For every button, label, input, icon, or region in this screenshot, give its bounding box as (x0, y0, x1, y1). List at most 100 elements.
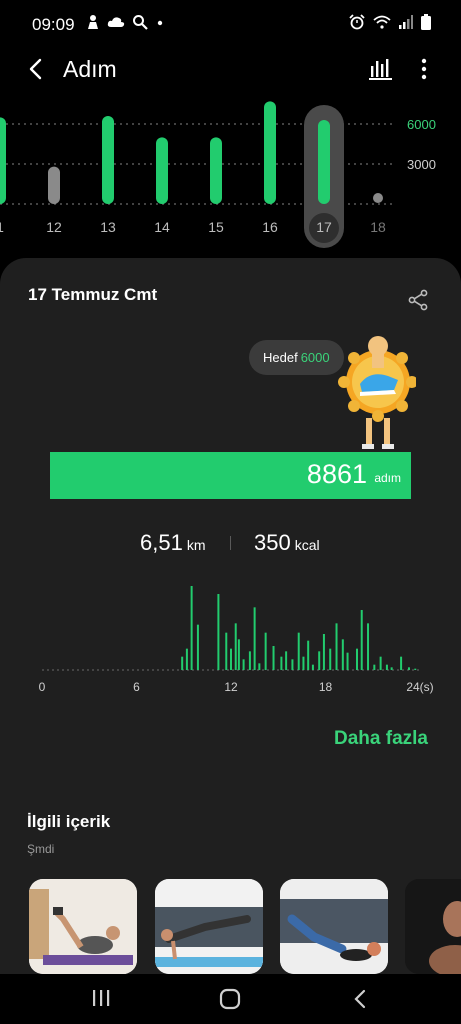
related-item-plank[interactable] (155, 879, 263, 974)
battery-icon (421, 14, 431, 30)
calories-unit: kcal (294, 537, 320, 553)
alarm-icon (349, 14, 365, 30)
hourly-bar (285, 651, 288, 670)
hourly-bar (311, 664, 314, 670)
day-bar[interactable] (0, 117, 6, 204)
day-label[interactable]: 18 (370, 219, 386, 235)
more-button[interactable]: Daha fazla (334, 728, 428, 750)
day-bar[interactable] (102, 116, 114, 204)
cloud-icon (107, 17, 125, 27)
steps-count: 8861 (306, 459, 367, 489)
hourly-bar (335, 623, 338, 670)
goal-label: Hedef (263, 350, 298, 365)
day-detail-card: 17 Temmuz Cmt Hedef 6000 8861 adım 6,51 k… (0, 258, 461, 1024)
half-goal-axis-label: 3000 (407, 157, 436, 172)
hourly-bar (297, 632, 300, 670)
hourly-bar (190, 586, 193, 670)
hourly-bar (272, 646, 275, 670)
back-arrow-icon[interactable] (22, 54, 52, 84)
hourly-tick-label: 24(s) (406, 680, 433, 694)
hourly-bar (322, 634, 325, 670)
hourly-bar (258, 663, 261, 670)
hourly-bar (385, 664, 388, 670)
page-title: Adım (63, 56, 117, 82)
related-item-legraise[interactable] (280, 879, 388, 974)
hourly-tick-label: 12 (224, 680, 238, 694)
distance-unit: km (186, 537, 206, 553)
status-time: 09:09 (32, 15, 75, 34)
hourly-bar (225, 632, 228, 670)
hourly-bar (237, 639, 240, 670)
calories-value: 350 (254, 530, 291, 555)
related-content-subtitle: Şmdi (27, 842, 55, 856)
hourly-bar (280, 656, 283, 670)
calories-stat: 350 kcal (254, 530, 320, 556)
day-bar[interactable] (210, 137, 222, 204)
plank-reach-workout-image (155, 879, 263, 974)
hourly-bar (196, 624, 199, 670)
day-label[interactable]: 17 (316, 219, 332, 235)
day-bar[interactable] (264, 101, 276, 204)
goal-value: 6000 (300, 350, 330, 365)
search-icon (133, 15, 148, 30)
related-item-crunch[interactable] (29, 879, 137, 974)
recent-apps-icon[interactable] (90, 988, 112, 1008)
trainer-workout-image (405, 879, 461, 974)
selected-date: 17 Temmuz Cmt (28, 285, 158, 304)
hourly-bar (291, 659, 294, 670)
hourly-bar (181, 656, 184, 670)
hourly-bar (373, 664, 376, 670)
hourly-bar (302, 656, 305, 670)
day-label[interactable]: 12 (46, 219, 62, 235)
hourly-bar (346, 652, 349, 670)
hourly-bar (230, 648, 232, 670)
crunch-workout-image (29, 879, 137, 974)
hourly-bar (341, 639, 344, 670)
related-content-title: İlgili içerik (27, 812, 111, 831)
day-label[interactable]: 1 (0, 219, 4, 235)
day-label[interactable]: 16 (262, 219, 278, 235)
back-icon[interactable] (352, 988, 368, 1010)
hourly-bar (217, 594, 220, 670)
activity-stats: 6,51 km 350 kcal (0, 530, 461, 560)
trend-chart-icon[interactable] (368, 56, 394, 82)
goal-axis-label: 6000 (407, 117, 436, 132)
day-bar[interactable] (48, 166, 60, 204)
home-icon[interactable] (219, 988, 241, 1010)
hourly-tick-label: 0 (39, 680, 46, 694)
day-bar[interactable] (318, 120, 330, 204)
distance-value: 6,51 (140, 530, 183, 555)
related-content-carousel[interactable] (0, 879, 461, 974)
hourly-bar (329, 648, 332, 670)
day-label[interactable]: 14 (154, 219, 170, 235)
hourly-steps-chart: 0 6 12 18 24(s) (39, 586, 434, 694)
day-label[interactable]: 15 (208, 219, 224, 235)
hourly-tick-label: 6 (133, 680, 140, 694)
app-header: Adım (0, 48, 461, 92)
share-icon[interactable] (406, 288, 430, 312)
hands-icon (88, 15, 98, 29)
hourly-bar (253, 607, 256, 670)
wifi-icon (373, 15, 391, 29)
goal-bubble: Hedef 6000 (249, 340, 344, 375)
hourly-bar (360, 610, 363, 670)
hourly-bar (234, 623, 237, 670)
hourly-bar (185, 648, 188, 670)
more-options-icon[interactable] (414, 56, 434, 82)
day-bar[interactable] (373, 193, 383, 203)
leg-raise-workout-image (280, 879, 388, 974)
day-label[interactable]: 13 (100, 219, 116, 235)
hourly-bar (264, 632, 267, 670)
hourly-tick-label: 18 (319, 680, 333, 694)
dot-icon (157, 20, 163, 26)
status-bar: 09:09 (0, 0, 461, 48)
related-item-trainer[interactable] (405, 879, 461, 974)
hourly-bar (379, 656, 382, 670)
hourly-bar (307, 640, 310, 670)
hourly-bar (414, 668, 417, 670)
hourly-bar (248, 651, 251, 670)
hourly-bar (318, 651, 321, 670)
hourly-bar (356, 648, 358, 670)
day-bar[interactable] (156, 137, 168, 204)
hourly-bar (242, 659, 245, 670)
